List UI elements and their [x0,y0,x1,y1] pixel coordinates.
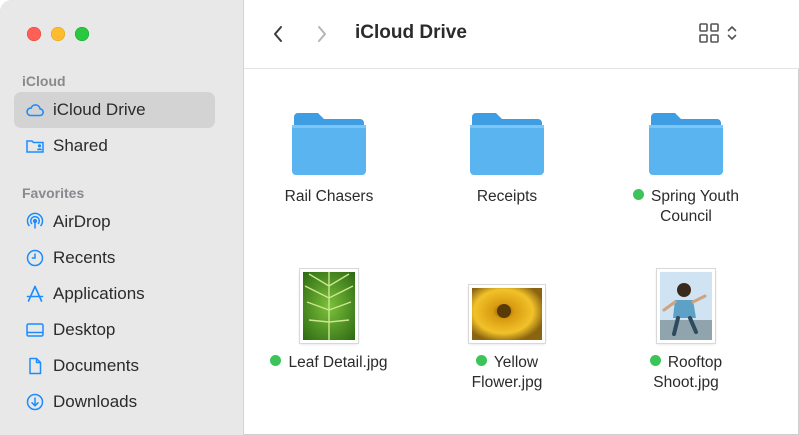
file-item-yellow-flower[interactable]: Yellow Flower.jpg [422,265,592,393]
view-options-button[interactable] [698,22,738,44]
toolbar: iCloud Drive [244,0,799,69]
back-button[interactable] [266,22,290,46]
grid-view-icon [699,23,719,43]
sidebar-item-label: Applications [53,284,145,303]
chevron-right-icon [318,26,326,42]
finder-window: iCloud iCloud Drive Shared Favorites Air… [0,0,799,435]
flower-thumbnail [469,285,545,343]
sidebar-item-label: iCloud Drive [53,100,146,119]
chevron-up-down-icon [727,26,737,40]
document-icon [24,355,46,377]
zoom-window-button[interactable] [75,27,89,41]
airdrop-icon [24,211,46,233]
sidebar-item-label: Desktop [53,320,116,339]
sidebar-item-desktop[interactable]: Desktop [14,312,215,348]
file-name-line: Shoot.jpg [653,374,719,391]
file-name: Rooftop Shoot.jpg [601,353,771,393]
file-item-rooftop-shoot[interactable]: Rooftop Shoot.jpg [601,265,771,393]
folder-icon [292,113,366,175]
file-name-line: Leaf Detail.jpg [288,354,388,371]
close-window-button[interactable] [27,27,41,41]
file-name: Rail Chasers [284,188,374,205]
file-name: Leaf Detail.jpg [244,353,414,373]
file-name: Receipts [476,188,538,205]
sidebar-item-label: Recents [53,248,116,267]
sidebar-item-shared[interactable]: Shared [14,128,215,164]
green-tag-icon [270,355,282,366]
download-icon [24,391,46,413]
leaf-thumbnail [300,269,358,343]
sidebar-item-label: Shared [53,136,108,155]
cloud-icon [24,99,46,121]
file-name-line: Yellow [493,354,539,371]
green-tag-icon [649,355,661,366]
sidebar-item-label: Downloads [53,392,138,411]
applications-icon [24,283,46,305]
window-controls [27,27,89,41]
minimize-window-button[interactable] [51,27,65,41]
sidebar-item-icloud-drive[interactable]: iCloud Drive [14,92,215,128]
desktop-icon [24,319,46,341]
chevron-left-icon [274,26,282,42]
file-name-line: Council [660,208,712,225]
sidebar-item-label: Documents [53,356,139,375]
window-title: iCloud Drive [355,22,467,43]
file-item-leaf-detail[interactable]: Leaf Detail.jpg [244,265,414,373]
file-item-rail-chasers[interactable]: Rail Chasers [244,99,414,207]
folder-icon [470,113,544,175]
rooftop-thumbnail [657,269,715,343]
forward-button[interactable] [310,22,334,46]
file-item-spring-youth-council[interactable]: Spring Youth Council [601,99,771,227]
sidebar-item-applications[interactable]: Applications [14,276,215,312]
file-name: Spring Youth Council [601,187,771,227]
green-tag-icon [633,189,645,200]
folder-icon [649,113,723,175]
sidebar-item-label: AirDrop [53,212,111,231]
file-grid: Rail Chasers Receipts Spring Youth Counc… [244,69,799,435]
file-name-line: Spring Youth [651,188,739,205]
sidebar-item-airdrop[interactable]: AirDrop [14,204,215,240]
sidebar-item-downloads[interactable]: Downloads [14,384,215,420]
file-name-line: Flower.jpg [471,374,543,391]
sidebar: iCloud iCloud Drive Shared Favorites Air… [0,0,244,435]
file-name-line: Rooftop [667,354,723,371]
clock-icon [24,247,46,269]
file-item-receipts[interactable]: Receipts [422,99,592,207]
green-tag-icon [475,355,487,366]
file-name: Yellow Flower.jpg [422,353,592,393]
sidebar-item-recents[interactable]: Recents [14,240,215,276]
sidebar-item-documents[interactable]: Documents [14,348,215,384]
sidebar-section-favorites: Favorites [22,185,85,201]
shared-folder-icon [24,135,46,157]
sidebar-section-icloud: iCloud [22,73,66,89]
